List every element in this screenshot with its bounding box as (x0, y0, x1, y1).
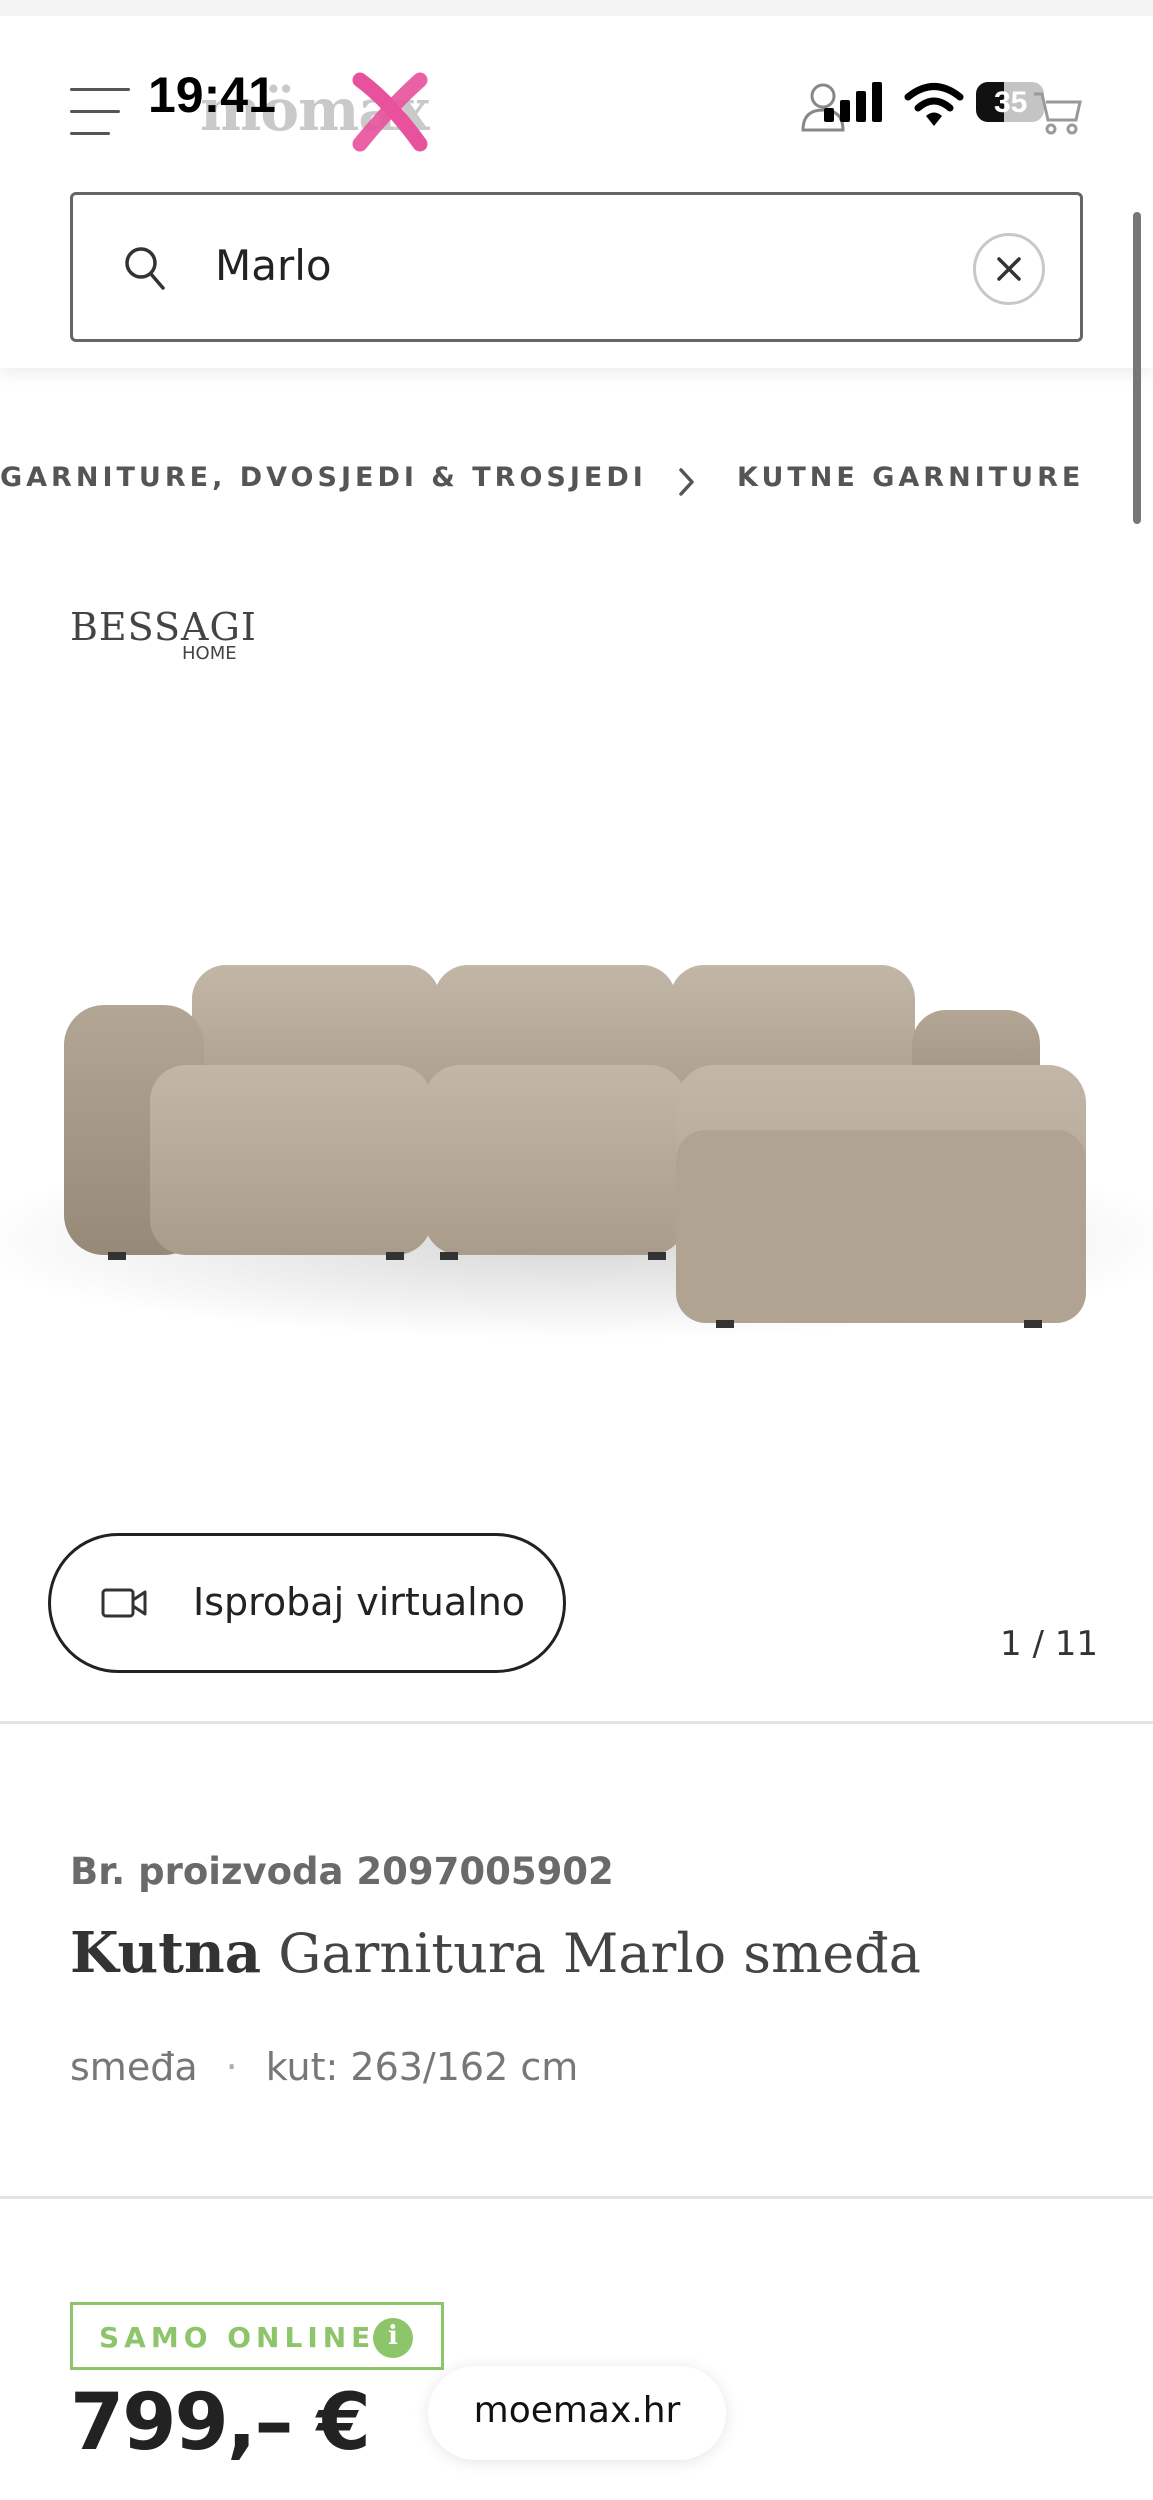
search-input[interactable]: Marlo (70, 192, 1083, 342)
brand-subline: HOME (182, 643, 237, 664)
try-virtually-button[interactable]: Isprobaj virtualno (48, 1533, 566, 1673)
image-counter: 1 / 11 (1000, 1624, 1098, 1664)
browser-url-bar[interactable]: moemax.hr (428, 2366, 726, 2460)
try-virtually-label: Isprobaj virtualno (193, 1580, 526, 1624)
clear-search-button[interactable] (973, 233, 1045, 305)
online-only-label: SAMO ONLINE (99, 2321, 376, 2354)
top-strip (0, 0, 1153, 16)
site-header: mömax 19:41 35 Marlo (0, 16, 1153, 368)
breadcrumb-item-garniture[interactable]: GARNITURE, DVOSJEDI & TROSJEDI (0, 462, 647, 493)
breadcrumb-item-kutne-garniture[interactable]: KUTNE GARNITURE (737, 462, 1084, 493)
signal-icon (824, 82, 882, 122)
brand-logo[interactable]: BESSAGI HOME (70, 605, 260, 675)
product-meta: smeđa · kut: 263/162 cm (70, 2045, 578, 2089)
logo-x-mark (352, 72, 428, 152)
divider (0, 2196, 1153, 2199)
close-icon (997, 257, 1021, 281)
status-time: 19:41 (148, 67, 276, 123)
search-icon (125, 247, 165, 290)
info-icon[interactable]: i (373, 2318, 413, 2358)
product-title-bold: Kutna (70, 1920, 262, 1986)
search-input-value: Marlo (215, 241, 332, 290)
online-only-badge: SAMO ONLINE i (70, 2302, 444, 2370)
battery-level: 35 (994, 86, 1028, 119)
meta-separator: · (225, 2045, 238, 2089)
hamburger-menu-icon[interactable] (70, 88, 130, 136)
status-and-header-icons: 35 (800, 72, 1090, 142)
cart-icon[interactable] (1032, 90, 1084, 136)
product-title: Kutna Garnitura Marlo smeđa (70, 1920, 921, 1986)
video-camera-icon (101, 1588, 147, 1618)
product-image[interactable] (0, 700, 1153, 1520)
chevron-right-icon (679, 468, 694, 496)
product-number: Br. proizvoda 2097005902 (70, 1850, 614, 1893)
product-color: smeđa (70, 2045, 198, 2089)
breadcrumb: GARNITURE, DVOSJEDI & TROSJEDI KUTNE GAR… (0, 462, 1153, 506)
product-title-rest: Garnitura Marlo smeđa (261, 1922, 921, 1985)
divider (0, 1721, 1153, 1724)
browser-url: moemax.hr (473, 2390, 681, 2431)
product-price: 799,– € (70, 2378, 371, 2468)
wifi-icon (904, 83, 964, 126)
product-dimensions: kut: 263/162 cm (265, 2045, 579, 2089)
